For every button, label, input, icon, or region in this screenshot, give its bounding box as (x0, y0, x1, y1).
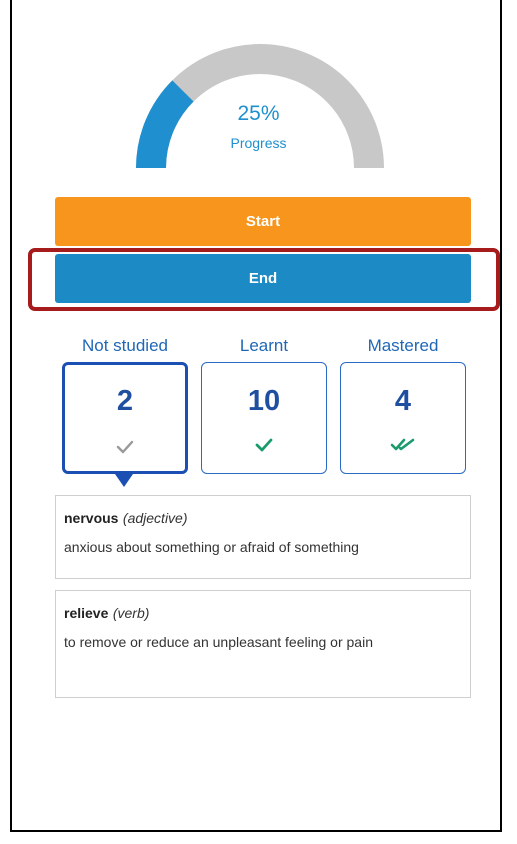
end-button[interactable]: End (55, 254, 471, 303)
category-card-learnt[interactable]: 10 (201, 362, 327, 474)
word-definition: anxious about something or afraid of som… (64, 539, 359, 555)
green-check-icon (202, 437, 326, 458)
category-card-not-studied[interactable]: 2 (62, 362, 188, 474)
grey-check-icon (65, 439, 185, 460)
category-count: 4 (394, 385, 412, 417)
word-term: relieve (64, 605, 109, 621)
word-term: nervous (64, 510, 119, 526)
category-learnt[interactable]: Learnt 10 (201, 333, 327, 474)
word-part-of-speech: (verb) (112, 605, 150, 621)
word-heading: nervous (adjective) (64, 510, 462, 528)
category-mastered[interactable]: Mastered 4 (340, 333, 466, 474)
word-card[interactable]: relieve (verb) to remove or reduce an un… (55, 590, 471, 698)
category-card-mastered[interactable]: 4 (340, 362, 466, 474)
double-check-icon (341, 437, 465, 458)
category-label: Mastered (367, 336, 439, 355)
start-button[interactable]: Start (55, 197, 471, 246)
category-label: Not studied (82, 336, 168, 355)
category-count: 10 (247, 385, 281, 417)
progress-label: Progress (230, 135, 287, 151)
word-definition: to remove or reduce an unpleasant feelin… (64, 634, 373, 650)
progress-percent: 25% (237, 102, 280, 125)
category-not-studied[interactable]: Not studied 2 (62, 333, 188, 474)
category-count: 2 (116, 385, 134, 417)
category-label: Learnt (239, 336, 289, 355)
word-part-of-speech: (adjective) (122, 510, 188, 526)
word-heading: relieve (verb) (64, 605, 462, 623)
selected-category-pointer (115, 474, 133, 487)
word-card[interactable]: nervous (adjective) anxious about someth… (55, 495, 471, 579)
